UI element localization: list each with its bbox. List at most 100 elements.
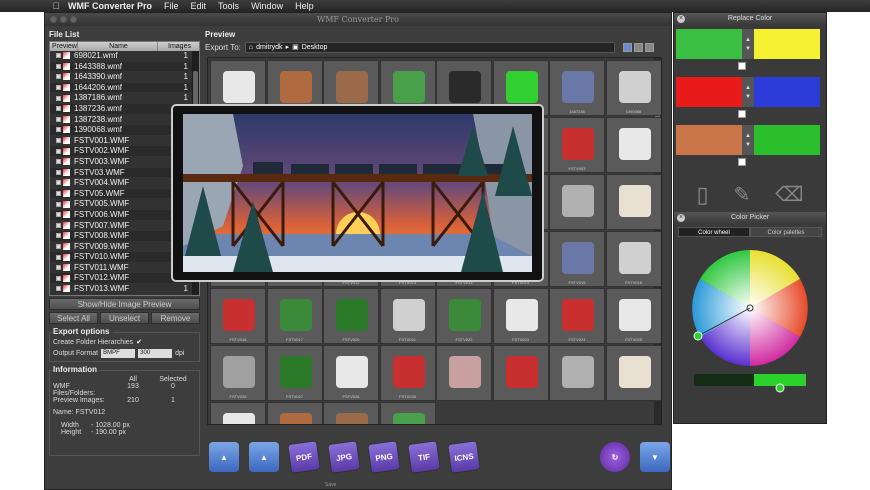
thumbnail[interactable]: [549, 345, 605, 401]
thumbnail[interactable]: FSTV018: [210, 288, 266, 344]
thumbnail[interactable]: [436, 345, 492, 401]
row-checkbox[interactable]: [56, 169, 61, 175]
color-wheel[interactable]: [674, 240, 826, 400]
select-all-button[interactable]: Select All: [49, 312, 98, 324]
file-row[interactable]: FSTV013.WMF 1: [50, 284, 199, 295]
thumbnail[interactable]: FSTV026: [210, 345, 266, 401]
menu-tools[interactable]: Tools: [218, 1, 239, 11]
color-pair-checkbox[interactable]: [738, 158, 746, 166]
thumbnail[interactable]: FSTV030: [379, 345, 436, 401]
thumbnail[interactable]: [549, 174, 605, 230]
thumbnail[interactable]: [210, 402, 266, 424]
close-icon[interactable]: ×: [677, 15, 685, 23]
row-checkbox[interactable]: [56, 148, 61, 154]
thumbnail[interactable]: FSTV024: [549, 288, 605, 344]
thumbnail[interactable]: [323, 402, 379, 424]
menu-edit[interactable]: Edit: [191, 1, 207, 11]
wheel-handle[interactable]: [693, 331, 703, 341]
dpi-select[interactable]: 300: [138, 349, 173, 358]
row-checkbox[interactable]: [56, 53, 61, 59]
row-checkbox[interactable]: [56, 74, 61, 80]
thumbnail[interactable]: FSTV016: [605, 231, 661, 287]
menu-help[interactable]: Help: [295, 1, 314, 11]
row-checkbox[interactable]: [56, 116, 61, 122]
row-checkbox[interactable]: [56, 180, 61, 186]
add-files-icon[interactable]: ▲: [249, 442, 279, 472]
row-checkbox[interactable]: [56, 127, 61, 133]
row-checkbox[interactable]: [56, 106, 61, 112]
export-pdf-button[interactable]: PDF: [287, 440, 321, 474]
color-pair-checkbox[interactable]: [738, 62, 746, 70]
large-view-icon[interactable]: [644, 42, 654, 52]
thumbnail[interactable]: FSTV023: [492, 288, 549, 344]
remove-button[interactable]: Remove: [151, 312, 200, 324]
col-preview[interactable]: Preview: [50, 42, 78, 51]
thumbnail[interactable]: FSTV021: [379, 288, 436, 344]
row-checkbox[interactable]: [56, 212, 61, 218]
thumbnail[interactable]: [266, 402, 323, 424]
grid-view-icon[interactable]: [622, 42, 632, 52]
thumbnail[interactable]: FSTV020: [323, 288, 379, 344]
row-checkbox[interactable]: [56, 275, 61, 281]
row-checkbox[interactable]: [56, 95, 61, 101]
export-png-button[interactable]: PNG: [367, 440, 401, 474]
target-color-swatch[interactable]: [754, 125, 820, 155]
thumbnail[interactable]: FSTV003: [549, 117, 605, 173]
target-color-swatch[interactable]: [754, 77, 820, 107]
col-images[interactable]: Images: [158, 42, 199, 51]
save-icon[interactable]: ▼: [640, 442, 670, 472]
thumbnail[interactable]: [605, 117, 661, 173]
row-checkbox[interactable]: [56, 243, 61, 249]
menu-file[interactable]: File: [164, 1, 179, 11]
thumbnail[interactable]: [379, 402, 436, 424]
row-checkbox[interactable]: [56, 265, 61, 271]
thumbnail[interactable]: FSTV015: [549, 231, 605, 287]
path-desktop[interactable]: Desktop: [302, 44, 328, 51]
new-document-icon[interactable]: ▯: [696, 182, 708, 207]
thumbnail[interactable]: FSTV017: [266, 288, 323, 344]
row-checkbox[interactable]: [56, 233, 61, 239]
export-tif-button[interactable]: TIF: [407, 440, 441, 474]
row-checkbox[interactable]: [56, 201, 61, 207]
file-row[interactable]: 698021.wmf 1: [50, 51, 199, 62]
thumbnail[interactable]: FSTV022: [436, 288, 492, 344]
row-checkbox[interactable]: [56, 222, 61, 228]
format-select[interactable]: BMPF: [101, 349, 136, 358]
apple-icon[interactable]: : [50, 1, 62, 11]
row-checkbox[interactable]: [56, 63, 61, 69]
row-checkbox[interactable]: [56, 159, 61, 165]
create-folder-checkbox[interactable]: ✔: [136, 338, 142, 346]
swap-arrows-icon[interactable]: ▲ ▼: [742, 29, 754, 59]
minimize-window-button[interactable]: [60, 16, 67, 23]
add-folder-icon[interactable]: ▲: [209, 442, 239, 472]
file-row[interactable]: 1387186.wmf 1: [50, 93, 199, 104]
thumbnail[interactable]: [492, 345, 549, 401]
show-hide-preview-button[interactable]: Show/Hide Image Preview: [49, 298, 200, 310]
export-icns-button[interactable]: ICNS: [447, 440, 481, 474]
swap-arrows-icon[interactable]: ▲ ▼: [742, 125, 754, 155]
path-user[interactable]: dmitrydk: [256, 44, 282, 51]
thumbnail[interactable]: [605, 174, 661, 230]
thumbnail[interactable]: 1387236: [549, 60, 605, 116]
thumbnail[interactable]: [605, 345, 661, 401]
trash-icon[interactable]: ⌫: [775, 182, 803, 206]
file-row[interactable]: 1643390.wmf 1: [50, 72, 199, 83]
app-menu[interactable]: WMF Converter Pro: [68, 1, 152, 11]
list-view-icon[interactable]: [633, 42, 643, 52]
export-path[interactable]: ⌂ dmitrydk ▸ ▣ Desktop: [244, 41, 615, 53]
tab-color-wheel[interactable]: Color wheel: [678, 227, 750, 237]
close-icon[interactable]: ×: [677, 214, 685, 222]
file-row[interactable]: 1643388.wmf 1: [50, 62, 199, 73]
row-checkbox[interactable]: [56, 191, 61, 197]
unselect-button[interactable]: Unselect: [100, 312, 149, 324]
source-color-swatch[interactable]: [676, 77, 742, 107]
file-row[interactable]: 1644206.wmf 1: [50, 83, 199, 94]
swap-arrows-icon[interactable]: ▲ ▼: [742, 77, 754, 107]
color-pair-checkbox[interactable]: [738, 110, 746, 118]
source-color-swatch[interactable]: [676, 125, 742, 155]
thumbnail[interactable]: FSTV027: [266, 345, 323, 401]
close-window-button[interactable]: [50, 16, 57, 23]
row-checkbox[interactable]: [56, 85, 61, 91]
target-color-swatch[interactable]: [754, 29, 820, 59]
col-name[interactable]: Name: [78, 42, 158, 51]
